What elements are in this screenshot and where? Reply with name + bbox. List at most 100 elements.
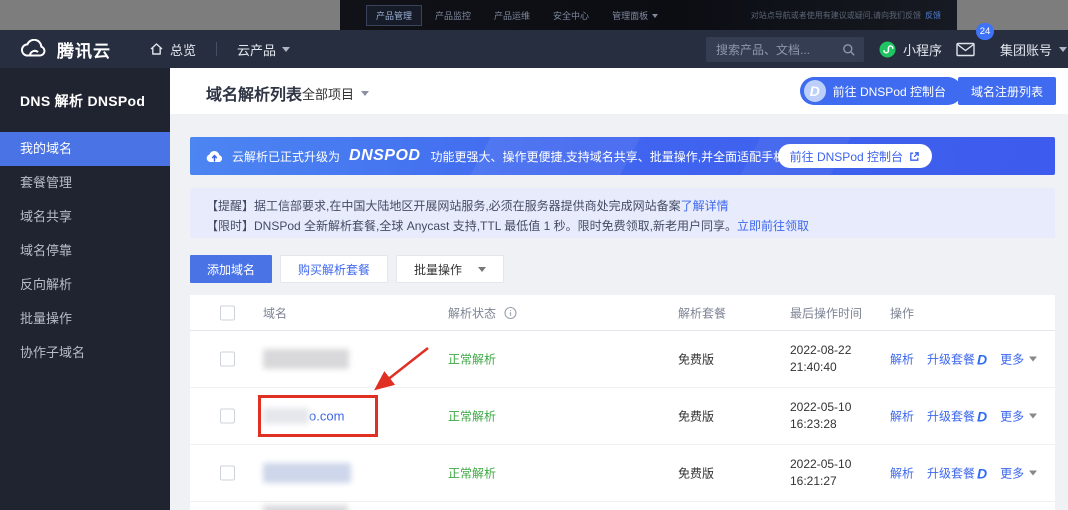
- project-filter-label: 全部项目: [302, 84, 354, 103]
- account-menu[interactable]: 集团账号: [1000, 30, 1067, 68]
- search-input[interactable]: [706, 43, 842, 57]
- background-nav-item: 安全中心: [543, 5, 599, 26]
- buy-package-button[interactable]: 购买解析套餐: [280, 255, 388, 283]
- column-status: 解析状态: [448, 304, 517, 321]
- background-top-strip: 产品管理 产品监控 产品运维 安全中心 管理面板 对站点导航或者使用有建议或疑问…: [0, 0, 1068, 30]
- search-icon[interactable]: [842, 43, 856, 57]
- more-dropdown[interactable]: 更多: [1000, 465, 1037, 482]
- row-operations: 解析 升级套餐D 更多: [890, 408, 1037, 425]
- banner-goto-dnspod-button[interactable]: 前往 DNSPod 控制台: [778, 144, 932, 168]
- sidebar-item-my-domains[interactable]: 我的域名: [0, 132, 170, 166]
- column-operations: 操作: [890, 304, 914, 321]
- nav-overview[interactable]: 总览: [149, 40, 196, 59]
- tencent-cloud-dns-console: 产品管理 产品监控 产品运维 安全中心 管理面板 对站点导航或者使用有建议或疑问…: [0, 0, 1068, 510]
- learn-more-link[interactable]: 了解详情: [681, 199, 729, 213]
- notice-line-limited-offer: 【限时】DNSPod 全新解析套餐,全球 Anycast 支持,TTL 最低值 …: [206, 217, 809, 234]
- background-nav: 产品管理 产品监控 产品运维 安全中心 管理面板: [366, 5, 668, 26]
- page-title: 域名解析列表: [206, 81, 302, 105]
- row-checkbox[interactable]: [220, 466, 235, 481]
- last-op-time: 2022-05-1016:23:28: [790, 399, 851, 433]
- top-navbar: 腾讯云 总览 云产品: [0, 30, 1068, 68]
- add-domain-button[interactable]: 添加域名: [190, 255, 272, 283]
- upgrade-package-link[interactable]: 升级套餐D: [927, 351, 987, 368]
- sidebar-item-batch-operations[interactable]: 批量操作: [0, 302, 170, 336]
- background-nav-item: 产品运维: [484, 5, 540, 26]
- goto-dnspod-console-label: 前往 DNSPod 控制台: [833, 83, 946, 100]
- notice-panel: 【提醒】据工信部要求,在中国大陆地区开展网站服务,必须在服务器提供商处完成网站备…: [190, 188, 1055, 238]
- sidebar-item-package-management[interactable]: 套餐管理: [0, 166, 170, 200]
- project-filter-dropdown[interactable]: 全部项目: [302, 84, 369, 103]
- external-link-icon: [909, 151, 920, 162]
- feedback-link: 反馈: [925, 11, 941, 20]
- more-dropdown[interactable]: 更多: [1000, 351, 1037, 368]
- info-icon[interactable]: [504, 306, 517, 319]
- nav-divider: [216, 42, 217, 56]
- blurred-domain[interactable]: [263, 463, 351, 483]
- notice-line-reminder: 【提醒】据工信部要求,在中国大陆地区开展网站服务,必须在服务器提供商处完成网站备…: [206, 197, 729, 214]
- mini-program-label: 小程序: [903, 40, 942, 59]
- search-box[interactable]: [706, 37, 864, 62]
- annotation-red-box: [258, 395, 378, 437]
- nav-cloud-products[interactable]: 云产品: [237, 40, 290, 59]
- table-row: 正常解析 免费版 2022-05-1016:21:27 解析 升级套餐D 更多: [190, 445, 1055, 502]
- table-header: 域名 解析状态 解析套餐 最后操作时间 操作: [190, 295, 1055, 331]
- dnspod-d-icon: D: [977, 351, 987, 367]
- row-checkbox[interactable]: [220, 352, 235, 367]
- sidebar-item-reverse-resolution[interactable]: 反向解析: [0, 268, 170, 302]
- column-last-op-time: 最后操作时间: [790, 304, 862, 321]
- tencent-cloud-logo[interactable]: 腾讯云: [18, 37, 111, 62]
- account-label: 集团账号: [1000, 40, 1052, 59]
- banner-description: 功能更强大、操作更便捷,支持域名共享、批量操作,并全面适配手机端: [430, 148, 797, 165]
- upgrade-package-link[interactable]: 升级套餐D: [927, 465, 987, 482]
- unread-count-badge: 24: [976, 23, 994, 40]
- row-operations: 解析 升级套餐D 更多: [890, 351, 1037, 368]
- domain-register-list-button[interactable]: 域名注册列表: [958, 77, 1056, 105]
- resolve-link[interactable]: 解析: [890, 351, 914, 368]
- dnspod-wordmark: DNSPOD: [349, 147, 420, 165]
- batch-operations-label: 批量操作: [414, 261, 462, 278]
- dnspod-d-icon: D: [977, 408, 987, 424]
- banner-goto-dnspod-label: 前往 DNSPod 控制台: [790, 148, 903, 165]
- more-dropdown[interactable]: 更多: [1000, 408, 1037, 425]
- envelope-icon: [956, 42, 975, 57]
- chevron-down-icon: [652, 14, 658, 18]
- home-icon: [149, 42, 164, 56]
- sidebar: DNS 解析 DNSPod 我的域名 套餐管理 域名共享 域名停靠 反向解析 批…: [0, 68, 170, 510]
- chevron-down-icon: [1059, 47, 1067, 52]
- brand-name: 腾讯云: [57, 37, 111, 62]
- banner-prefix: 云解析已正式升级为: [232, 148, 340, 165]
- chevron-down-icon: [282, 47, 290, 52]
- resolve-link[interactable]: 解析: [890, 408, 914, 425]
- dnspod-d-icon: D: [977, 465, 987, 481]
- resolve-link[interactable]: 解析: [890, 465, 914, 482]
- column-domain: 域名: [263, 304, 287, 321]
- sidebar-item-domain-parking[interactable]: 域名停靠: [0, 234, 170, 268]
- sidebar-title: DNS 解析 DNSPod: [0, 68, 170, 132]
- upgrade-package-link[interactable]: 升级套餐D: [927, 408, 987, 425]
- chevron-down-icon: [361, 91, 369, 96]
- status-badge: 正常解析: [448, 351, 496, 368]
- background-nav-item: 产品监控: [425, 5, 481, 26]
- cloud-upload-icon: [206, 149, 223, 163]
- main-content: 域名解析列表 全部项目 D 前往 DNSPod 控制台 域名注册列表 云解析已正…: [170, 68, 1068, 510]
- mini-program-entry[interactable]: 小程序: [879, 30, 942, 68]
- messages-button[interactable]: [956, 30, 975, 68]
- row-checkbox[interactable]: [220, 409, 235, 424]
- blurred-domain[interactable]: [263, 349, 349, 369]
- dnspod-logo-icon: D: [804, 80, 826, 102]
- claim-now-link[interactable]: 立即前往领取: [737, 219, 809, 233]
- sidebar-item-collaborative-subdomains[interactable]: 协作子域名: [0, 336, 170, 370]
- mini-program-icon: [879, 41, 896, 58]
- column-package: 解析套餐: [678, 304, 726, 321]
- background-feedback-text: 对站点导航或者使用有建议或疑问,请向我们反馈反馈: [751, 10, 941, 21]
- package-label: 免费版: [678, 408, 714, 425]
- row-operations: 解析 升级套餐D 更多: [890, 465, 1037, 482]
- upgrade-banner: 云解析已正式升级为 DNSPOD 功能更强大、操作更便捷,支持域名共享、批量操作…: [190, 137, 1055, 175]
- batch-operations-dropdown[interactable]: 批量操作: [396, 255, 504, 283]
- sidebar-item-domain-sharing[interactable]: 域名共享: [0, 200, 170, 234]
- goto-dnspod-console-button[interactable]: D 前往 DNSPod 控制台: [800, 77, 962, 105]
- status-badge: 正常解析: [448, 465, 496, 482]
- nav-overview-label: 总览: [170, 40, 196, 59]
- last-op-time: 2022-08-2221:40:40: [790, 342, 851, 376]
- select-all-checkbox[interactable]: [220, 305, 235, 320]
